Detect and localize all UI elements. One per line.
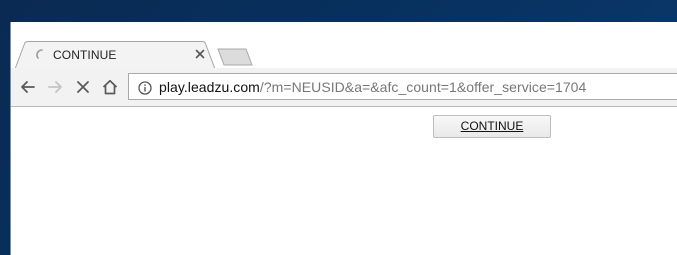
desktop-background: CONTINUE play.leadzu.com/?m=NEUSID&a=&af… [0, 0, 677, 255]
loading-spinner-icon [36, 49, 48, 61]
close-icon[interactable] [193, 47, 207, 61]
stop-icon[interactable] [74, 78, 92, 96]
url-host: play.leadzu.com [159, 79, 260, 95]
tab-title: CONTINUE [53, 48, 117, 62]
new-tab-icon[interactable] [217, 48, 253, 66]
browser-window: CONTINUE play.leadzu.com/?m=NEUSID&a=&af… [10, 22, 677, 255]
continue-button[interactable]: CONTINUE [433, 115, 551, 138]
tab-strip: CONTINUE [11, 22, 677, 69]
back-arrow-icon[interactable] [19, 78, 37, 96]
home-icon[interactable] [101, 78, 119, 96]
forward-arrow-icon[interactable] [46, 78, 64, 96]
address-bar[interactable]: play.leadzu.com/?m=NEUSID&a=&afc_count=1… [128, 73, 677, 100]
url-path: /?m=NEUSID&a=&afc_count=1&offer_service=… [259, 79, 587, 95]
page-content: CONTINUE [11, 107, 677, 255]
url-text: play.leadzu.com/?m=NEUSID&a=&afc_count=1… [159, 79, 586, 95]
info-icon[interactable] [138, 80, 152, 95]
browser-toolbar: play.leadzu.com/?m=NEUSID&a=&afc_count=1… [11, 68, 677, 107]
tab-continue[interactable]: CONTINUE [15, 41, 215, 69]
